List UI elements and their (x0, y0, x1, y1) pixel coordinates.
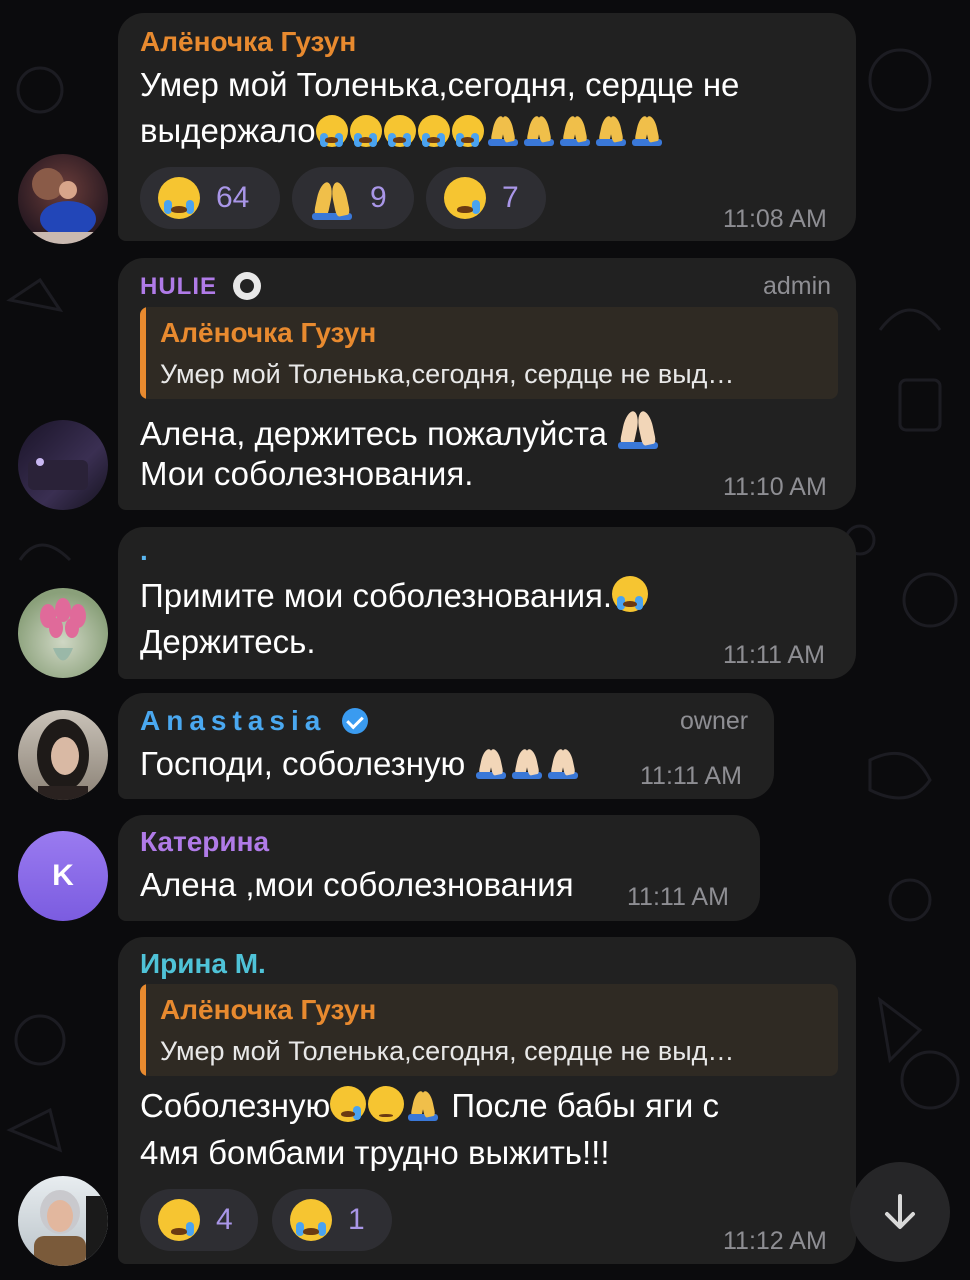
pensive-face-icon (368, 1086, 405, 1122)
role-badge: admin (763, 272, 832, 300)
sender-name[interactable]: Катерина (140, 826, 269, 858)
message-text-line: выдержало (140, 108, 666, 154)
reaction-count: 64 (216, 181, 250, 214)
scroll-to-bottom-button[interactable] (850, 1162, 950, 1262)
sad-tear-face-icon (158, 1199, 200, 1241)
sad-tear-face-icon (330, 1086, 367, 1122)
folded-hands-icon (474, 745, 582, 782)
avatar[interactable] (18, 154, 108, 244)
message-time: 11:12 AM (723, 1227, 827, 1255)
message-time: 11:08 AM (723, 205, 827, 233)
reply-sender: Алёночка Гузун (160, 994, 377, 1025)
reply-text: Умер мой Толенька,сегодня, сердце не выд… (160, 1036, 735, 1066)
reply-text: Умер мой Толенька,сегодня, сердце не выд… (160, 359, 735, 389)
reaction-pray[interactable]: 9 (292, 167, 414, 229)
reply-sender: Алёночка Гузун (160, 317, 377, 348)
message-text-line: Алена ,мои соболезнования (140, 866, 574, 903)
crying-face-icon (290, 1199, 332, 1241)
verified-icon (342, 708, 369, 734)
avatar[interactable] (18, 588, 108, 678)
reaction-count: 7 (502, 181, 519, 214)
eight-ball-icon (232, 272, 261, 300)
sender-name[interactable]: Ирина М. (140, 948, 266, 980)
message-time: 11:11 AM (627, 883, 729, 911)
reply-quote[interactable]: Алёночка Гузун Умер мой Толенька,сегодня… (140, 307, 838, 399)
sender-name[interactable]: Алёночка Гузун (140, 26, 356, 58)
reply-bar (140, 307, 146, 399)
avatar[interactable] (18, 710, 108, 800)
arrow-down-icon (885, 1194, 915, 1229)
reply-quote[interactable]: Алёночка Гузун Умер мой Толенька,сегодня… (140, 984, 838, 1076)
folded-hands-icon (406, 1087, 440, 1121)
role-badge: owner (680, 707, 749, 735)
message-time: 11:10 AM (723, 473, 827, 501)
message-text-line: Алена, держитесь пожалуйста (140, 405, 662, 457)
sad-tear-face-icon (444, 177, 486, 219)
reaction-sad[interactable]: 4 (140, 1189, 258, 1251)
avatar-letter: K (52, 859, 74, 892)
sender-name[interactable]: Anastasia (140, 705, 369, 737)
folded-hands-icon (310, 176, 354, 220)
reply-bar (140, 984, 146, 1076)
sender-name[interactable]: HULIE (140, 272, 261, 301)
reaction-crying[interactable]: 64 (140, 167, 280, 229)
message-time: 11:11 AM (640, 762, 742, 790)
message-text-line: Господи, соболезную (140, 741, 582, 787)
crying-face-icon (315, 112, 486, 149)
reaction-count: 9 (370, 181, 387, 214)
message-text-line: Держитесь. (140, 623, 316, 660)
message-text-line: Умер мой Толенька,сегодня, сердце не (140, 66, 740, 103)
message-time: 11:11 AM (723, 641, 825, 669)
reaction-count: 1 (348, 1203, 365, 1236)
reaction-sad[interactable]: 7 (426, 167, 546, 229)
message-text-line: Соболезную После бабы яги с (140, 1086, 720, 1124)
folded-hands-icon (616, 405, 660, 449)
avatar[interactable]: K (18, 831, 108, 921)
message-text-line: Мои соболезнования. (140, 455, 474, 492)
avatar[interactable] (18, 1176, 108, 1266)
reaction-count: 4 (216, 1203, 233, 1236)
sender-name[interactable]: . (140, 535, 148, 567)
message-text-line: Примите мои соболезнования. (140, 573, 650, 619)
crying-face-icon (612, 576, 649, 612)
folded-hands-icon (486, 112, 666, 149)
message-text-line: 4мя бомбами трудно выжить!!! (140, 1134, 610, 1171)
reaction-crying[interactable]: 1 (272, 1189, 392, 1251)
crying-face-icon (158, 177, 200, 219)
avatar[interactable] (18, 420, 108, 510)
